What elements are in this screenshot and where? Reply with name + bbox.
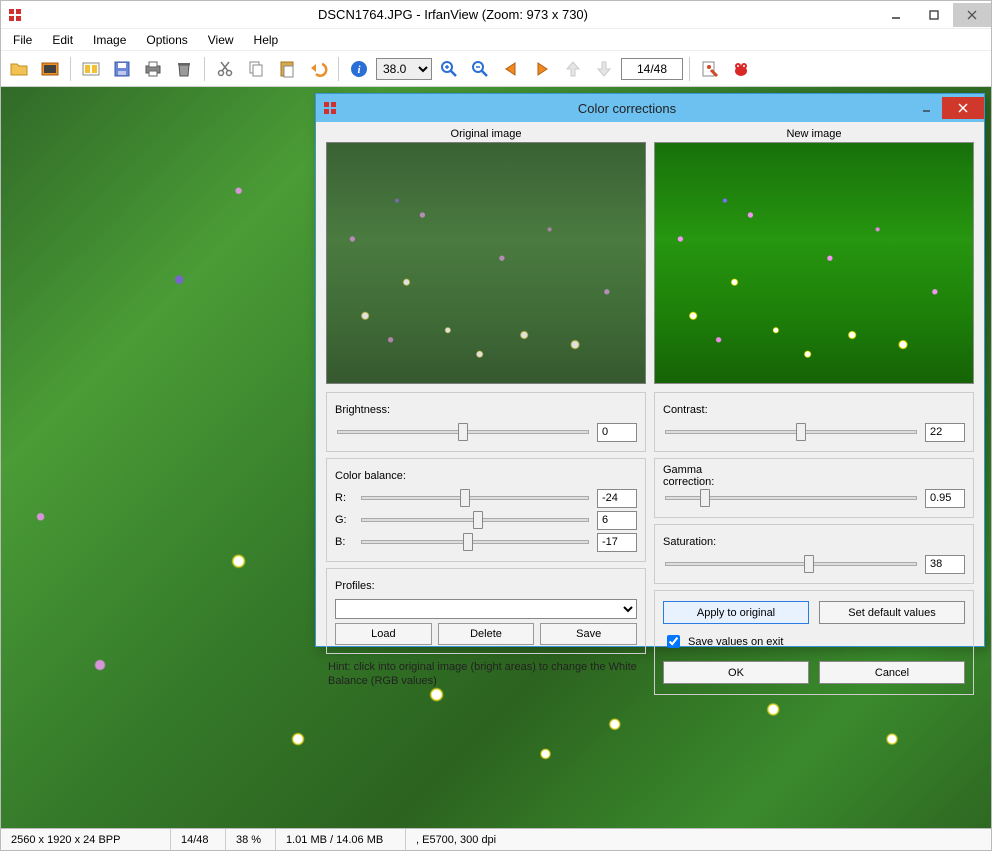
prev-icon[interactable] xyxy=(497,55,525,83)
status-page: 14/48 xyxy=(171,829,226,850)
first-icon[interactable] xyxy=(559,55,587,83)
app-icon xyxy=(1,7,29,23)
load-profile-button[interactable]: Load xyxy=(335,623,432,645)
color-balance-group: Color balance: R: G: B: xyxy=(326,458,646,562)
profiles-label: Profiles: xyxy=(335,580,425,592)
save-profile-button[interactable]: Save xyxy=(540,623,637,645)
thumbnails-icon[interactable] xyxy=(77,55,105,83)
gamma-slider[interactable] xyxy=(665,496,917,500)
original-preview[interactable] xyxy=(326,142,646,384)
color-corrections-dialog: Color corrections Original image Brightn… xyxy=(315,93,985,647)
g-slider[interactable] xyxy=(361,518,589,522)
status-meta: , E5700, 300 dpi xyxy=(406,829,991,850)
statusbar: 2560 x 1920 x 24 BPP 14/48 38 % 1.01 MB … xyxy=(1,828,991,850)
toolbar: i 38.0 xyxy=(1,51,991,87)
gamma-label: Gamma correction: xyxy=(663,464,753,488)
image-canvas[interactable]: Color corrections Original image Brightn… xyxy=(1,87,991,828)
paste-icon[interactable] xyxy=(273,55,301,83)
r-label: R: xyxy=(335,492,353,504)
defaults-button[interactable]: Set default values xyxy=(819,601,965,624)
open-icon[interactable] xyxy=(5,55,33,83)
b-slider[interactable] xyxy=(361,540,589,544)
saturation-value[interactable] xyxy=(925,555,965,574)
last-icon[interactable] xyxy=(590,55,618,83)
page-indicator[interactable] xyxy=(621,58,683,80)
saturation-group: Saturation: xyxy=(654,524,974,584)
brightness-group: Brightness: xyxy=(326,392,646,452)
new-image-label: New image xyxy=(654,128,974,140)
brightness-label: Brightness: xyxy=(335,404,425,416)
menu-file[interactable]: File xyxy=(5,31,40,49)
irfan-icon[interactable] xyxy=(727,55,755,83)
copy-icon[interactable] xyxy=(242,55,270,83)
b-label: B: xyxy=(335,536,353,548)
save-on-exit-checkbox[interactable] xyxy=(667,635,680,648)
contrast-slider[interactable] xyxy=(665,430,917,434)
r-slider[interactable] xyxy=(361,496,589,500)
info-icon[interactable]: i xyxy=(345,55,373,83)
window-title: DSCN1764.JPG - IrfanView (Zoom: 973 x 73… xyxy=(29,7,877,22)
maximize-button[interactable] xyxy=(915,3,953,27)
cancel-button[interactable]: Cancel xyxy=(819,661,965,684)
g-label: G: xyxy=(335,514,353,526)
close-button[interactable] xyxy=(953,3,991,27)
cut-icon[interactable] xyxy=(211,55,239,83)
gamma-value[interactable] xyxy=(925,489,965,508)
menu-options[interactable]: Options xyxy=(138,31,195,49)
g-value[interactable] xyxy=(597,511,637,530)
saturation-slider[interactable] xyxy=(665,562,917,566)
save-icon[interactable] xyxy=(108,55,136,83)
profiles-group: Profiles: Load Delete Save xyxy=(326,568,646,654)
settings-icon[interactable] xyxy=(696,55,724,83)
apply-button[interactable]: Apply to original xyxy=(663,601,809,624)
main-window: DSCN1764.JPG - IrfanView (Zoom: 973 x 73… xyxy=(0,0,992,851)
minimize-button[interactable] xyxy=(877,3,915,27)
b-value[interactable] xyxy=(597,533,637,552)
undo-icon[interactable] xyxy=(304,55,332,83)
brightness-slider[interactable] xyxy=(337,430,589,434)
brightness-value[interactable] xyxy=(597,423,637,442)
zoom-in-icon[interactable] xyxy=(435,55,463,83)
hint-text: Hint: click into original image (bright … xyxy=(326,660,646,689)
menu-help[interactable]: Help xyxy=(246,31,287,49)
ok-button[interactable]: OK xyxy=(663,661,809,684)
slideshow-icon[interactable] xyxy=(36,55,64,83)
saturation-label: Saturation: xyxy=(663,536,753,548)
print-icon[interactable] xyxy=(139,55,167,83)
menubar: File Edit Image Options View Help xyxy=(1,29,991,51)
save-on-exit-label: Save values on exit xyxy=(688,636,783,648)
contrast-group: Contrast: xyxy=(654,392,974,452)
profile-select[interactable] xyxy=(335,599,637,619)
contrast-value[interactable] xyxy=(925,423,965,442)
gamma-group: Gamma correction: xyxy=(654,458,974,518)
status-zoom: 38 % xyxy=(226,829,276,850)
dialog-icon xyxy=(316,100,344,116)
new-preview xyxy=(654,142,974,384)
dialog-close-button[interactable] xyxy=(942,97,984,119)
dialog-titlebar[interactable]: Color corrections xyxy=(316,94,984,122)
contrast-label: Contrast: xyxy=(663,404,753,416)
color-balance-label: Color balance: xyxy=(335,470,425,482)
status-size: 1.01 MB / 14.06 MB xyxy=(276,829,406,850)
original-image-label: Original image xyxy=(326,128,646,140)
titlebar: DSCN1764.JPG - IrfanView (Zoom: 973 x 73… xyxy=(1,1,991,29)
delete-profile-button[interactable]: Delete xyxy=(438,623,535,645)
r-value[interactable] xyxy=(597,489,637,508)
menu-image[interactable]: Image xyxy=(85,31,134,49)
zoom-select[interactable]: 38.0 xyxy=(376,58,432,80)
status-dimensions: 2560 x 1920 x 24 BPP xyxy=(1,829,171,850)
actions-group: Apply to original Set default values Sav… xyxy=(654,590,974,695)
menu-view[interactable]: View xyxy=(200,31,242,49)
menu-edit[interactable]: Edit xyxy=(44,31,81,49)
dialog-minimize-button[interactable] xyxy=(910,97,942,119)
next-icon[interactable] xyxy=(528,55,556,83)
delete-icon[interactable] xyxy=(170,55,198,83)
zoom-out-icon[interactable] xyxy=(466,55,494,83)
dialog-title: Color corrections xyxy=(344,101,910,116)
